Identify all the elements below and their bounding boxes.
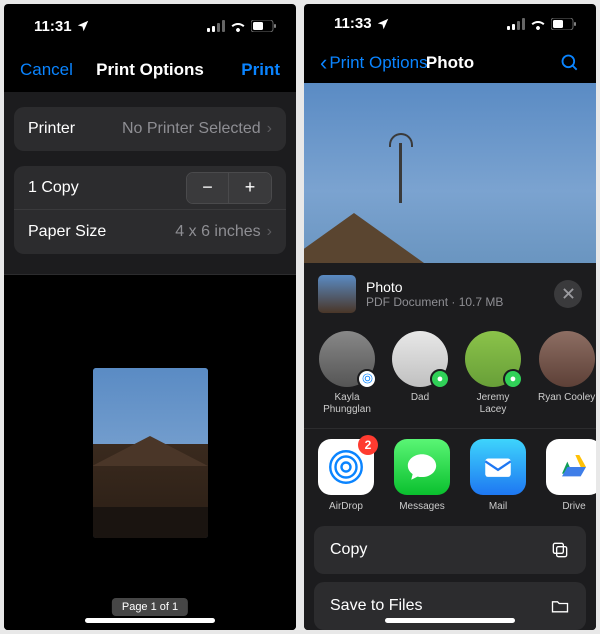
copies-label: 1 Copy xyxy=(28,179,186,197)
close-button[interactable] xyxy=(554,280,582,308)
paper-size-row[interactable]: Paper Size 4 x 6 inches › xyxy=(14,210,286,254)
printer-label: Printer xyxy=(28,120,122,138)
printer-row[interactable]: Printer No Printer Selected › xyxy=(14,107,286,151)
cellular-icon xyxy=(507,18,525,30)
printer-value: No Printer Selected xyxy=(122,120,261,138)
file-name: Photo xyxy=(366,279,544,295)
location-icon xyxy=(76,19,90,33)
copy-icon xyxy=(550,540,570,560)
mail-icon xyxy=(470,439,526,495)
status-time: 11:33 xyxy=(334,15,372,32)
page-title: Print Options xyxy=(96,60,204,80)
wifi-icon xyxy=(530,18,546,30)
location-icon xyxy=(376,17,390,31)
status-bar: 11:31 xyxy=(4,4,296,48)
app-messages[interactable]: Messages xyxy=(394,439,450,512)
chevron-right-icon: › xyxy=(267,223,272,241)
stepper-plus[interactable]: + xyxy=(229,173,271,203)
preview-area: Page 1 of 1 xyxy=(4,274,296,630)
avatar: ● xyxy=(392,331,448,387)
photo-share-screen: 11:33 ‹ Print Options Photo Photo PDF Do… xyxy=(304,4,596,630)
contacts-row: Kayla Phungglan ● Dad ● Jeremy Lacey Rya… xyxy=(304,325,596,428)
contact-kayla[interactable]: Kayla Phungglan xyxy=(318,331,376,416)
chevron-right-icon: › xyxy=(267,120,272,138)
home-indicator[interactable] xyxy=(85,618,215,623)
close-icon xyxy=(563,288,574,299)
nav-bar: ‹ Print Options Photo xyxy=(304,44,596,84)
app-mail[interactable]: Mail xyxy=(470,439,526,512)
page-preview[interactable] xyxy=(93,368,208,538)
action-copy[interactable]: Copy xyxy=(314,526,586,574)
share-sheet: Photo PDF Document · 10.7 MB Kayla Phung… xyxy=(304,263,596,630)
file-meta: PDF Document · 10.7 MB xyxy=(366,295,544,309)
back-button[interactable]: ‹ Print Options xyxy=(320,50,428,76)
search-button[interactable] xyxy=(560,53,580,73)
print-options-screen: 11:31 Cancel Print Options Print Printer… xyxy=(4,4,296,630)
contact-ryan[interactable]: Ryan Cooley xyxy=(538,331,595,416)
contact-jeremy[interactable]: ● Jeremy Lacey xyxy=(464,331,522,416)
status-time: 11:31 xyxy=(34,18,72,35)
app-airdrop[interactable]: 2 AirDrop xyxy=(318,439,374,512)
chevron-left-icon: ‹ xyxy=(320,50,327,76)
contact-dad[interactable]: ● Dad xyxy=(392,331,448,416)
nav-bar: Cancel Print Options Print xyxy=(4,48,296,92)
battery-icon xyxy=(551,18,576,30)
stepper-minus[interactable]: − xyxy=(187,173,229,203)
paper-size-label: Paper Size xyxy=(28,223,175,241)
airdrop-icon: 2 xyxy=(318,439,374,495)
status-bar: 11:33 xyxy=(304,4,596,44)
drive-icon xyxy=(546,439,596,495)
search-icon xyxy=(560,53,580,73)
app-drive[interactable]: Drive xyxy=(546,439,596,512)
print-button[interactable]: Print xyxy=(241,60,280,80)
file-header: Photo PDF Document · 10.7 MB xyxy=(304,263,596,325)
copies-stepper: − + xyxy=(186,172,272,204)
avatar: ● xyxy=(465,331,521,387)
page-label: Page 1 of 1 xyxy=(112,598,188,616)
cellular-icon xyxy=(207,20,225,32)
copies-row: 1 Copy − + xyxy=(14,166,286,210)
badge: 2 xyxy=(358,435,378,455)
folder-icon xyxy=(550,596,570,616)
page-title: Photo xyxy=(426,53,474,73)
avatar xyxy=(319,331,375,387)
photo-preview[interactable] xyxy=(304,83,596,263)
avatar xyxy=(539,331,595,387)
cancel-button[interactable]: Cancel xyxy=(20,60,73,80)
messages-icon xyxy=(394,439,450,495)
wifi-icon xyxy=(230,20,246,32)
home-indicator[interactable] xyxy=(385,618,515,623)
paper-size-value: 4 x 6 inches xyxy=(175,223,260,241)
apps-row: 2 AirDrop Messages Mail Drive xyxy=(304,428,596,526)
file-thumbnail xyxy=(318,275,356,313)
battery-icon xyxy=(251,20,276,32)
